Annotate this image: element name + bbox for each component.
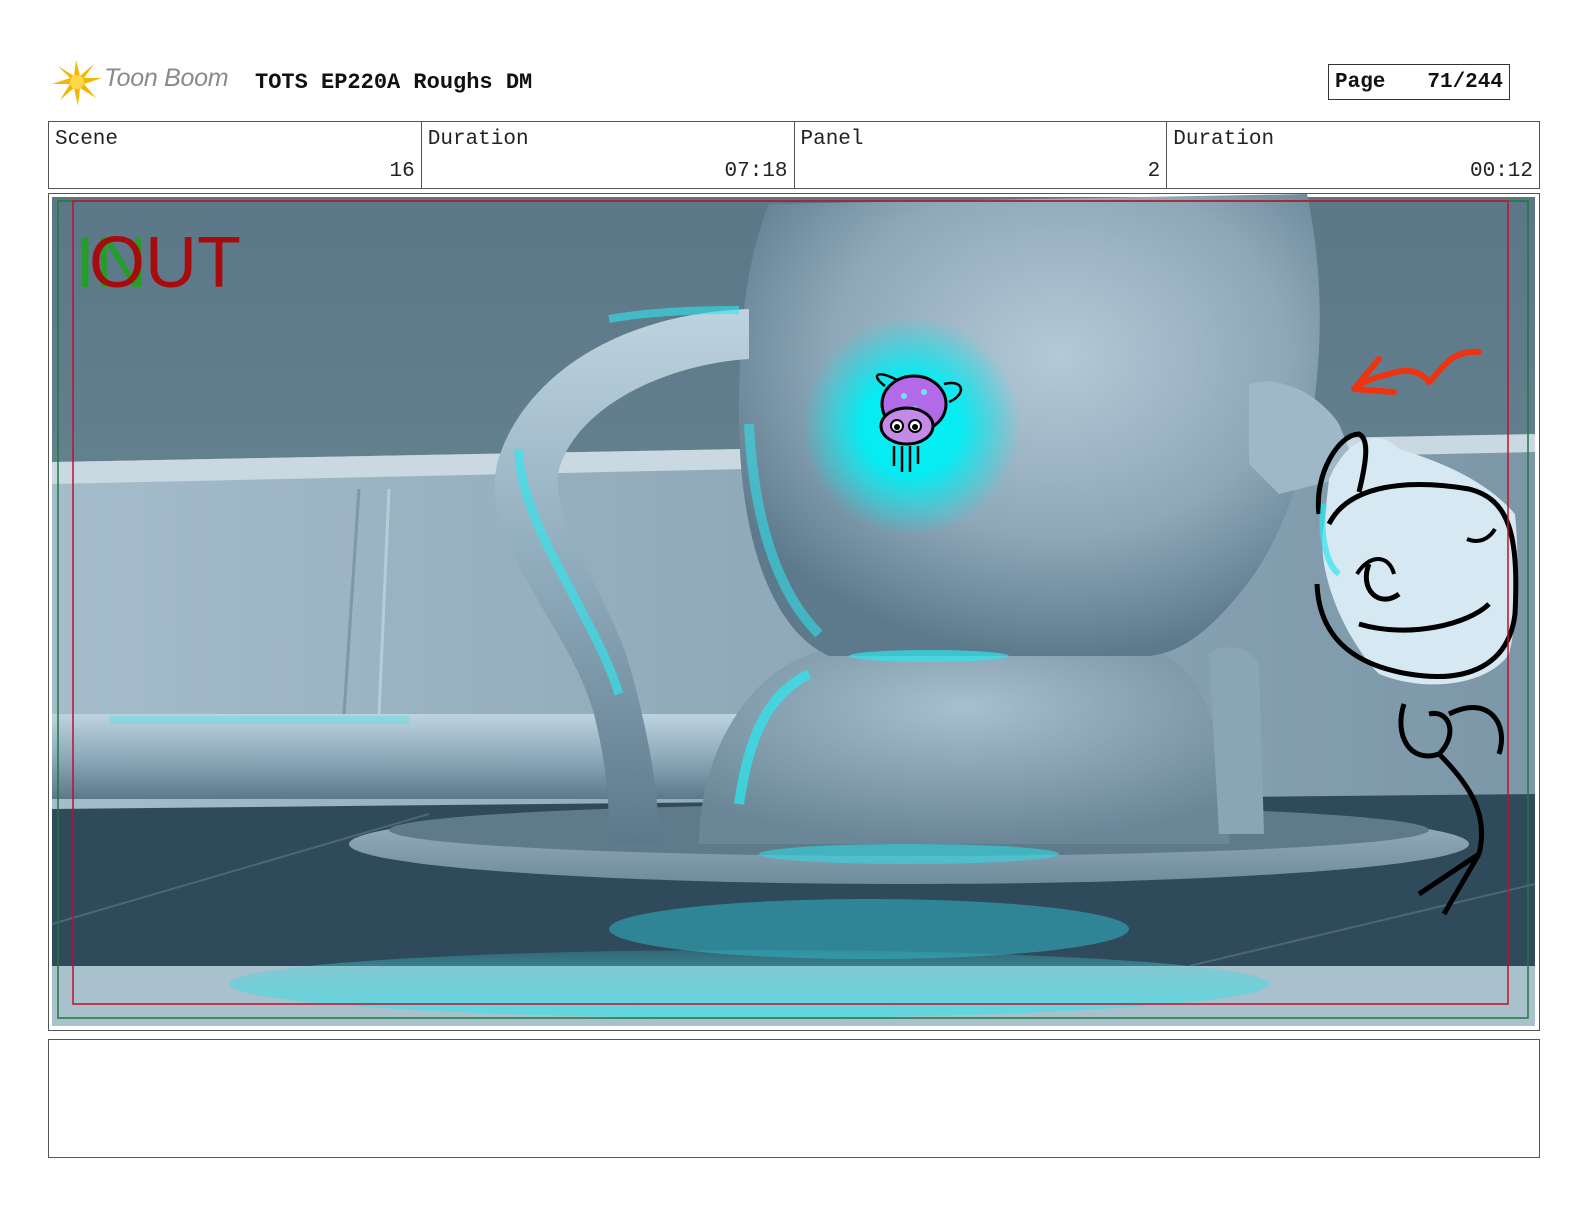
panel-label: Panel: [800, 128, 864, 151]
panel-value: 2: [1147, 160, 1161, 183]
page-header: Toon Boom TOTS EP220A Roughs DM Page 71/…: [50, 56, 1540, 108]
panel-duration-cell: Duration 00:12: [1167, 122, 1539, 188]
logo-text: Toon Boom: [104, 64, 229, 92]
out-marker: OUT: [89, 223, 241, 303]
page-indicator: Page 71/244: [1328, 64, 1510, 100]
scene-duration-cell: Duration 07:18: [422, 122, 795, 188]
storyboard-panel: IN OUT: [48, 193, 1540, 1031]
panel-artwork: IN OUT: [51, 194, 1536, 1026]
scene-label: Scene: [55, 128, 119, 151]
document-title: TOTS EP220A Roughs DM: [255, 70, 533, 95]
toon-boom-logo: Toon Boom: [50, 56, 290, 108]
scene-value: 16: [389, 160, 415, 183]
panel-notes: [48, 1039, 1540, 1158]
page-number: 71/244: [1427, 70, 1503, 94]
scene-duration-label: Duration: [427, 128, 529, 151]
starburst-icon: [52, 60, 102, 106]
panel-cell: Panel 2: [795, 122, 1168, 188]
scene-cell: Scene 16: [49, 122, 422, 188]
panel-duration-label: Duration: [1173, 128, 1275, 151]
scene-duration-value: 07:18: [724, 160, 788, 183]
panel-duration-value: 00:12: [1469, 160, 1533, 183]
page-label: Page: [1335, 70, 1386, 94]
panel-info-table: Scene 16 Duration 07:18 Panel 2 Duration…: [48, 121, 1540, 189]
